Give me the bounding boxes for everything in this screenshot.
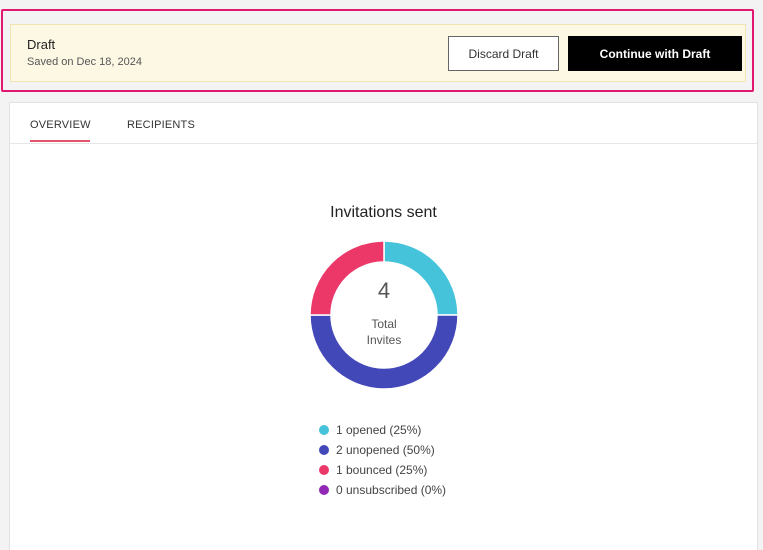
legend-dot-icon: [319, 485, 329, 495]
legend-label: 1 opened (25%): [336, 423, 422, 437]
tab-recipients[interactable]: RECIPIENTS: [127, 119, 195, 131]
legend-label: 1 bounced (25%): [336, 463, 428, 477]
legend-item-unopened: 2 unopened (50%): [319, 440, 446, 460]
legend-item-unsubscribed: 0 unsubscribed (0%): [319, 480, 446, 500]
legend-dot-icon: [319, 445, 329, 455]
discard-draft-button[interactable]: Discard Draft: [448, 36, 559, 71]
continue-with-draft-button[interactable]: Continue with Draft: [568, 36, 742, 71]
legend-label: 2 unopened (50%): [336, 443, 435, 457]
legend-item-opened: 1 opened (25%): [319, 420, 446, 440]
draft-title: Draft: [27, 37, 56, 52]
draft-saved-date: Saved on Dec 18, 2024: [27, 56, 142, 68]
chart-legend: 1 opened (25%) 2 unopened (50%) 1 bounced …: [319, 420, 446, 500]
draft-banner: Draft Saved on Dec 18, 2024 Discard Draf…: [10, 24, 746, 82]
legend-label: 0 unsubscribed (0%): [336, 483, 447, 497]
chart-title: Invitations sent: [330, 204, 437, 221]
invitations-donut-chart: [310, 241, 458, 389]
tab-bar: OVERVIEW RECIPIENTS: [10, 103, 757, 144]
legend-dot-icon: [319, 465, 329, 475]
total-invites-label: Total Invites: [366, 317, 402, 347]
legend-item-bounced: 1 bounced (25%): [319, 460, 446, 480]
total-invites-value: 4: [377, 278, 391, 303]
tab-overview[interactable]: OVERVIEW: [30, 119, 91, 142]
legend-dot-icon: [319, 425, 329, 435]
overview-card: OVERVIEW RECIPIENTS Invitations sent 4 T…: [9, 102, 758, 550]
